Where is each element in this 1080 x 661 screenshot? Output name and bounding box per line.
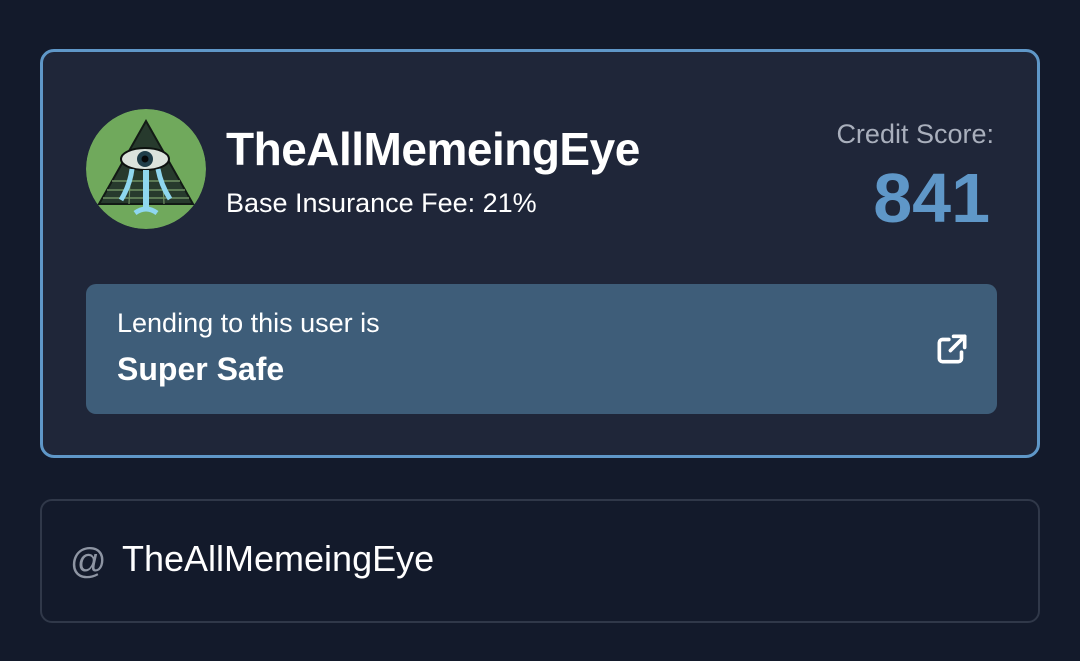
user-handle: TheAllMemeingEye <box>122 538 435 579</box>
user-profile-card: TheAllMemeingEye Base Insurance Fee: 21%… <box>40 49 1040 458</box>
safety-label: Lending to this user is <box>117 308 380 338</box>
user-handle-field[interactable]: @ TheAllMemeingEye <box>40 499 1040 623</box>
avatar <box>86 109 206 229</box>
username: TheAllMemeingEye <box>226 123 640 175</box>
safety-rating: Super Safe <box>117 351 285 387</box>
base-insurance-fee: Base Insurance Fee: 21% <box>226 188 537 218</box>
lending-safety-link[interactable]: Lending to this user is Super Safe <box>86 284 997 414</box>
at-symbol-icon: @ <box>70 540 107 581</box>
credit-score-label: Credit Score: <box>836 119 994 149</box>
illuminati-eye-avatar-icon <box>86 109 206 229</box>
credit-score-value: 841 <box>873 159 990 237</box>
external-link-icon[interactable] <box>933 330 971 368</box>
